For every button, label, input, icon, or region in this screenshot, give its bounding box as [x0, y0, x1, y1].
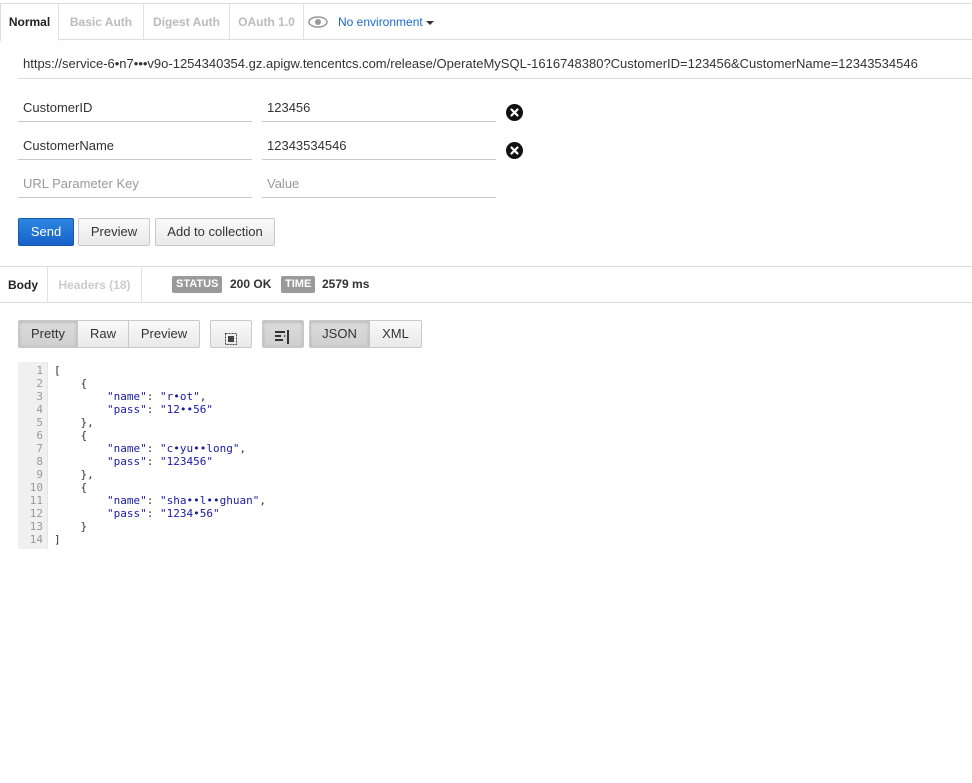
tab-oauth[interactable]: OAuth 1.0	[230, 4, 304, 40]
line-number: 13	[29, 520, 43, 533]
new-param-key-input[interactable]: URL Parameter Key	[18, 170, 252, 198]
code-line: [	[54, 364, 61, 377]
tab-body[interactable]: Body	[0, 267, 48, 303]
view-raw-button[interactable]: Raw	[77, 320, 129, 348]
line-number-gutter: 1 2 3 4 5 6 7 8 9 10 11 12 13 14	[18, 362, 48, 549]
line-number: 5	[36, 416, 43, 429]
line-number: 10	[29, 481, 43, 494]
environment-selector[interactable]: No environment	[338, 4, 434, 40]
fullscreen-button[interactable]	[210, 320, 252, 348]
line-number: 7	[36, 442, 43, 455]
fullscreen-icon	[225, 328, 237, 345]
code-line: "pass": "1234•56"	[106, 507, 220, 520]
tab-digest-auth[interactable]: Digest Auth	[144, 4, 230, 40]
format-xml-button[interactable]: XML	[369, 320, 422, 348]
line-number: 8	[36, 455, 43, 468]
remove-param-icon[interactable]	[506, 142, 523, 159]
code-line: "name": "sha••l••ghuan",	[106, 494, 266, 507]
chevron-down-icon	[425, 20, 434, 25]
eye-icon[interactable]	[308, 16, 328, 28]
auth-tab-bar: Normal Basic Auth Digest Auth OAuth 1.0 …	[0, 3, 972, 41]
tab-basic-auth[interactable]: Basic Auth	[59, 4, 144, 40]
tab-headers[interactable]: Headers (18)	[48, 267, 142, 303]
add-to-collection-button[interactable]: Add to collection	[155, 218, 275, 246]
new-param-value-input[interactable]: Value	[262, 170, 496, 198]
view-preview-button[interactable]: Preview	[128, 320, 200, 348]
line-number: 11	[29, 494, 43, 507]
view-pretty-button[interactable]: Pretty	[18, 320, 78, 348]
format-json-button[interactable]: JSON	[309, 320, 370, 348]
code-line: "name": "c•yu••long",	[106, 442, 247, 455]
code-line: },	[54, 416, 94, 429]
param-value-field[interactable]: 12343534546	[262, 132, 496, 160]
line-number: 6	[36, 429, 43, 442]
send-button[interactable]: Send	[18, 218, 74, 246]
code-line: }	[54, 520, 88, 533]
wrap-lines-button[interactable]	[262, 320, 304, 348]
param-key-field[interactable]: CustomerName	[18, 132, 252, 160]
preview-button[interactable]: Preview	[78, 218, 150, 246]
status-value: 200 OK	[230, 277, 272, 291]
param-key-field[interactable]: CustomerID	[18, 94, 252, 122]
code-line: {	[54, 481, 88, 494]
time-value: 2579 ms	[322, 277, 370, 291]
line-number: 2	[36, 377, 43, 390]
line-number: 4	[36, 403, 43, 416]
response-body-code[interactable]: 1 2 3 4 5 6 7 8 9 10 11 12 13 14 [ { "name": "r•ot", …	[18, 362, 972, 549]
code-line: "pass": "123456"	[106, 455, 213, 468]
code-line: },	[54, 468, 94, 481]
environment-label: No environment	[338, 15, 423, 29]
line-number: 9	[36, 468, 43, 481]
code-line: ]	[54, 533, 61, 546]
line-number: 12	[29, 507, 43, 520]
param-value-field[interactable]: 123456	[262, 94, 496, 122]
code-line: {	[54, 377, 88, 390]
tab-normal[interactable]: Normal	[0, 4, 59, 41]
response-bar: Body Headers (18) STATUS 200 OK TIME 257…	[0, 266, 972, 303]
request-url-input[interactable]: https://service-6•n7•••v9o-1254340354.gz…	[18, 52, 972, 79]
code-line: {	[54, 429, 88, 442]
line-number: 3	[36, 390, 43, 403]
line-number: 1	[36, 364, 43, 377]
line-number: 14	[29, 533, 43, 546]
code-line: "pass": "12••56"	[106, 403, 213, 416]
wrap-icon	[275, 327, 291, 344]
remove-param-icon[interactable]	[506, 104, 523, 121]
status-badge: STATUS	[172, 276, 223, 293]
time-badge: TIME	[281, 276, 316, 293]
code-line: "name": "r•ot",	[106, 390, 207, 403]
